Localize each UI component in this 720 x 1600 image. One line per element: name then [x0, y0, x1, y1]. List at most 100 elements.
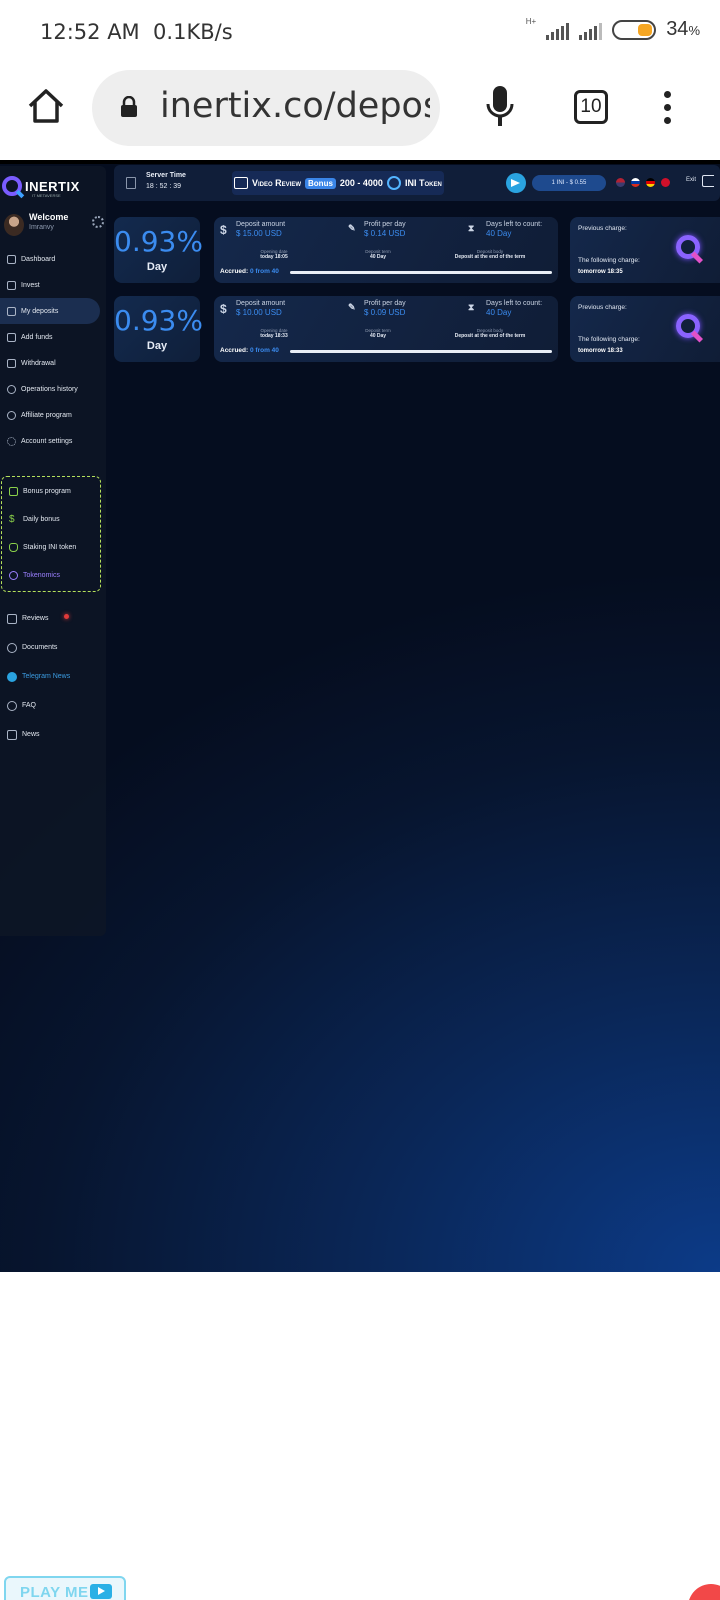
profit-per-day: Profit per day $ 0.14 USD	[364, 221, 406, 238]
play-me-button[interactable]: PLAY ME	[4, 1576, 126, 1600]
bonus-menu-box: Bonus program $ Daily bonus Staking INI t…	[1, 476, 101, 592]
affiliate-icon	[7, 410, 16, 420]
server-icon	[126, 177, 136, 189]
avatar[interactable]	[4, 214, 24, 236]
profit-icon: ✎	[348, 302, 356, 312]
history-icon	[7, 384, 16, 394]
browser-toolbar: inertix.co/deposit 10	[0, 64, 720, 160]
accrual-progress-bar	[290, 271, 552, 274]
server-time: 18 : 52 : 39	[146, 183, 182, 190]
telegram-icon	[7, 671, 17, 682]
deposit-term: Deposit term 40 Day	[365, 328, 391, 339]
deposit-card: $ Deposit amount $ 15.00 USD ✎ Profit pe…	[214, 217, 558, 283]
lock-icon	[121, 96, 137, 117]
more-options-icon[interactable]	[664, 91, 672, 125]
days-left: Days left to count: 40 Day	[486, 221, 543, 238]
home-icon[interactable]	[26, 86, 66, 126]
token-rate: 1 INI - $ 0.55	[532, 175, 606, 191]
deposit-term: Deposit term 40 Day	[365, 249, 391, 260]
exit-icon[interactable]	[702, 175, 714, 187]
sidebar-item-staking[interactable]: Staking INI token	[2, 533, 100, 561]
invest-icon	[7, 280, 16, 290]
deposit-body: Deposit body Deposit at the end of the t…	[454, 328, 526, 339]
sidebar-menu: Dashboard Invest My deposits Add funds W…	[0, 246, 106, 454]
accrued-text: Accrued: 0 from 40	[220, 347, 279, 354]
documents-icon	[7, 642, 17, 653]
flag-other-icon[interactable]	[661, 178, 670, 187]
profit-icon: ✎	[348, 223, 356, 233]
news-icon	[7, 729, 17, 740]
page-header: Server Time 18 : 52 : 39 Video Review Bo…	[114, 165, 720, 201]
opening-date: Opening date today 18:05	[260, 249, 288, 260]
withdrawal-icon	[7, 358, 16, 368]
profit-per-day: Profit per day $ 0.09 USD	[364, 300, 406, 317]
deposit-amount: Deposit amount $ 10.00 USD	[236, 300, 286, 317]
flag-de-icon[interactable]	[646, 178, 655, 187]
sidebar-item-tokenomics[interactable]: Tokenomics	[2, 561, 100, 589]
exit-label[interactable]: Exit	[686, 177, 696, 183]
dollar-icon: $	[220, 223, 227, 237]
flag-us-icon[interactable]	[616, 178, 625, 187]
opening-date: Opening date today 18:33	[260, 328, 288, 339]
sidebar-item-bonus-program[interactable]: Bonus program	[2, 477, 100, 505]
database-icon	[9, 542, 18, 552]
sidebar-item-telegram-news[interactable]: Telegram News	[0, 662, 106, 691]
sidebar-item-operations-history[interactable]: Operations history	[0, 376, 106, 402]
add-funds-icon	[7, 332, 16, 342]
deposits-icon	[7, 306, 16, 316]
hourglass-icon: ⧗	[468, 223, 475, 233]
play-icon	[90, 1584, 112, 1599]
welcome-text: Welcome	[29, 212, 69, 222]
sidebar-item-add-funds[interactable]: Add funds	[0, 324, 106, 350]
video-review-banner[interactable]: Video Review Bonus 200 - 4000 INI Token	[232, 171, 444, 195]
language-flags	[616, 178, 670, 187]
settings-icon	[7, 436, 16, 446]
sidebar-item-account-settings[interactable]: Account settings	[0, 428, 106, 454]
network-type: H+	[525, 17, 537, 26]
sidebar-item-invest[interactable]: Invest	[0, 272, 106, 298]
deposit-amount: Deposit amount $ 15.00 USD	[236, 221, 286, 238]
status-icons: H+ 34%	[525, 17, 700, 41]
days-left: Days left to count: 40 Day	[486, 300, 543, 317]
logo-icon	[9, 570, 18, 580]
logo-icon	[2, 176, 22, 196]
gift-icon	[234, 177, 248, 189]
sidebar-item-reviews[interactable]: Reviews	[0, 604, 106, 633]
charge-card: Previous charge: The following charge: t…	[570, 217, 720, 283]
accrual-progress-bar	[290, 350, 552, 353]
tab-count-button[interactable]: 10	[574, 90, 608, 124]
url-text: inertix.co/deposit	[160, 86, 430, 126]
sidebar-item-daily-bonus[interactable]: $ Daily bonus	[2, 505, 100, 533]
logo-tagline: IT METAVERSE	[32, 193, 61, 198]
sidebar-item-my-deposits[interactable]: My deposits	[0, 298, 100, 324]
gear-icon[interactable]	[92, 216, 104, 228]
server-time-label: Server Time	[146, 172, 186, 179]
notification-dot	[64, 614, 69, 619]
address-bar[interactable]: inertix.co/deposit	[92, 70, 440, 146]
sidebar-item-withdrawal[interactable]: Withdrawal	[0, 350, 106, 376]
sidebar-item-affiliate-program[interactable]: Affiliate program	[0, 402, 106, 428]
reviews-icon	[7, 613, 17, 624]
telegram-icon[interactable]	[506, 173, 526, 193]
sidebar-item-dashboard[interactable]: Dashboard	[0, 246, 106, 272]
question-icon	[7, 700, 17, 711]
sidebar: INERTIX IT METAVERSE Welcome Imranvy Das…	[0, 166, 106, 936]
dollar-icon: $	[220, 302, 227, 316]
flag-ru-icon[interactable]	[631, 178, 640, 187]
sidebar-item-news[interactable]: News	[0, 720, 106, 749]
home-icon	[7, 254, 16, 264]
accrued-text: Accrued: 0 from 40	[220, 268, 279, 275]
user-panel: Welcome Imranvy	[4, 212, 104, 242]
ini-coin-icon	[386, 176, 401, 190]
microphone-icon[interactable]	[484, 84, 516, 130]
status-bar: 12:52 AM 0.1KB/s H+ 34%	[0, 0, 720, 64]
signal-icon-2	[579, 20, 603, 40]
dollar-icon: $	[9, 513, 15, 525]
gift-icon	[9, 486, 18, 496]
sidebar-secondary-menu: Reviews Documents Telegram News FAQ News	[0, 604, 106, 749]
floating-action-button[interactable]	[688, 1584, 720, 1600]
sidebar-item-documents[interactable]: Documents	[0, 633, 106, 662]
sidebar-item-faq[interactable]: FAQ	[0, 691, 106, 720]
username: Imranvy	[29, 224, 54, 231]
deposit-card: $ Deposit amount $ 10.00 USD ✎ Profit pe…	[214, 296, 558, 362]
